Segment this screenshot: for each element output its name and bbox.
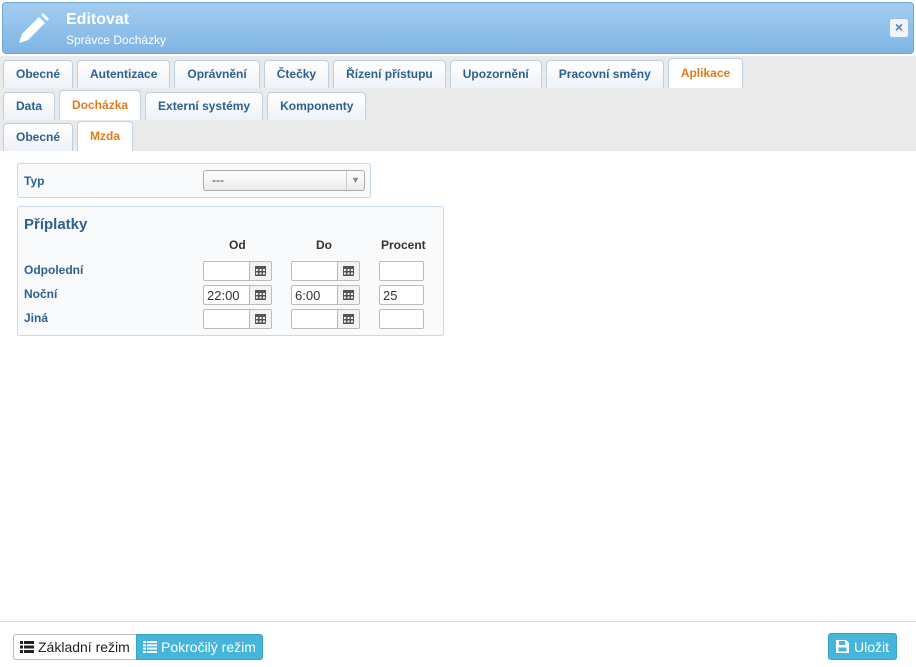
- typ-select[interactable]: --- ▼: [203, 170, 365, 191]
- col-do: Do: [316, 238, 332, 252]
- nocni-od-input[interactable]: [204, 286, 249, 304]
- priplatky-title: Příplatky: [24, 216, 88, 233]
- jina-od-field: [203, 309, 272, 329]
- calendar-icon[interactable]: [337, 286, 359, 304]
- nocni-do-field: [291, 285, 360, 305]
- tab-komponenty[interactable]: Komponenty: [267, 92, 367, 120]
- tab-mzda[interactable]: Mzda: [77, 121, 134, 151]
- close-icon[interactable]: ×: [889, 18, 909, 38]
- odpoledni-od-input[interactable]: [204, 262, 249, 280]
- typ-label: Typ: [24, 174, 45, 188]
- col-od: Od: [229, 238, 246, 252]
- advanced-mode-label: Pokročilý režim: [161, 639, 256, 655]
- list-icon: [20, 641, 34, 653]
- pencil-icon: [19, 13, 49, 43]
- odpoledni-procent-input[interactable]: [379, 261, 424, 281]
- basic-mode-button[interactable]: Základní režim: [13, 634, 136, 660]
- nocni-od-field: [203, 285, 272, 305]
- calendar-icon[interactable]: [249, 310, 271, 328]
- typ-panel: Typ --- ▼: [17, 163, 371, 198]
- tab-autentizace[interactable]: Autentizace: [77, 60, 171, 88]
- save-button[interactable]: Uložit: [828, 633, 897, 660]
- main-tabs: Obecné Autentizace Oprávnění Čtečky Říze…: [0, 56, 916, 88]
- application-tabs: Data Docházka Externí systémy Komponenty: [0, 88, 916, 120]
- typ-select-value: ---: [212, 173, 224, 187]
- dropdown-arrow-icon: ▼: [346, 171, 364, 190]
- advanced-mode-button[interactable]: Pokročilý režim: [136, 634, 263, 660]
- tab-ctecky[interactable]: Čtečky: [263, 60, 330, 88]
- row-label-jina: Jiná: [24, 311, 49, 325]
- dialog-title: Editovat: [66, 11, 130, 28]
- jina-procent-input[interactable]: [379, 309, 424, 329]
- dialog-header: Editovat Správce Docházky ×: [2, 2, 914, 54]
- dialog-subtitle: Správce Docházky: [66, 33, 167, 47]
- tab-rizeni-pristupu[interactable]: Řízení přístupu: [333, 60, 446, 88]
- tab-attendance-obecne[interactable]: Obecné: [3, 123, 74, 151]
- tab-obecne[interactable]: Obecné: [3, 60, 74, 88]
- row-label-odpoledni: Odpolední: [24, 263, 84, 277]
- nocni-do-input[interactable]: [292, 286, 337, 304]
- tab-dochazka[interactable]: Docházka: [59, 90, 142, 120]
- calendar-icon[interactable]: [337, 310, 359, 328]
- nocni-procent-input[interactable]: [379, 285, 424, 305]
- jina-do-field: [291, 309, 360, 329]
- basic-mode-label: Základní režim: [38, 639, 130, 655]
- tab-opravneni[interactable]: Oprávnění: [174, 60, 260, 88]
- calendar-icon[interactable]: [249, 262, 271, 280]
- save-label: Uložit: [853, 638, 889, 655]
- calendar-icon[interactable]: [337, 262, 359, 280]
- odpoledni-do-field: [291, 261, 360, 281]
- col-procent: Procent: [381, 238, 426, 252]
- footer-bar: Základní režim Pokročilý režim Uložit: [0, 621, 916, 667]
- tab-externi-systemy[interactable]: Externí systémy: [145, 92, 264, 120]
- tab-pracovni-smeny[interactable]: Pracovní směny: [545, 60, 664, 88]
- jina-do-input[interactable]: [292, 310, 337, 328]
- tab-aplikace[interactable]: Aplikace: [667, 58, 744, 88]
- attendance-tabs: Obecné Mzda: [0, 120, 916, 151]
- jina-od-input[interactable]: [204, 310, 249, 328]
- tab-data[interactable]: Data: [3, 92, 56, 120]
- tab-upozorneni[interactable]: Upozornění: [449, 60, 542, 88]
- odpoledni-od-field: [203, 261, 272, 281]
- row-label-nocni: Noční: [24, 287, 58, 301]
- priplatky-panel: Příplatky Od Do Procent Odpolední Noční …: [17, 206, 444, 336]
- odpoledni-do-input[interactable]: [292, 262, 337, 280]
- floppy-disk-icon: [835, 640, 849, 653]
- calendar-icon[interactable]: [249, 286, 271, 304]
- list-icon: [143, 641, 157, 653]
